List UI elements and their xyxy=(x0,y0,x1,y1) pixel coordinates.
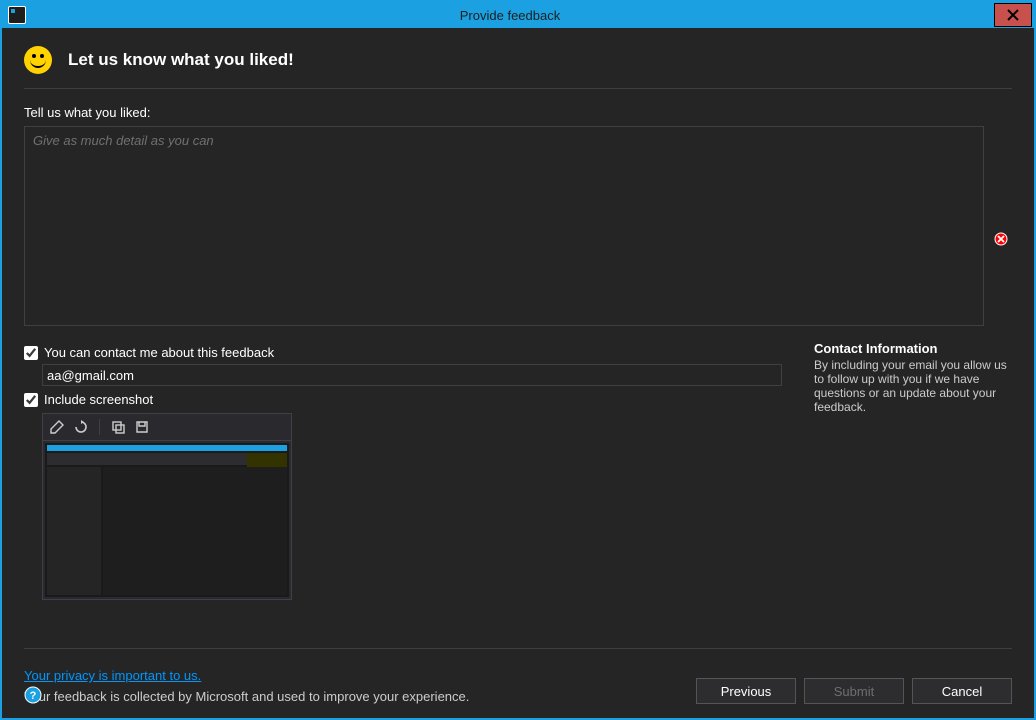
page-heading: Let us know what you liked! xyxy=(68,50,294,70)
footer-separator xyxy=(24,648,1012,649)
privacy-link[interactable]: Your privacy is important to us. xyxy=(24,668,201,683)
screenshot-checkbox[interactable] xyxy=(24,393,38,407)
cancel-button[interactable]: Cancel xyxy=(912,678,1012,704)
submit-button[interactable]: Submit xyxy=(804,678,904,704)
content-area: Let us know what you liked! Tell us what… xyxy=(2,30,1034,718)
button-row: Previous Submit Cancel xyxy=(696,678,1012,704)
screenshot-preview xyxy=(42,413,292,600)
email-field[interactable] xyxy=(42,364,782,386)
feedback-textarea[interactable] xyxy=(24,126,984,326)
screenshot-thumbnail[interactable] xyxy=(45,443,289,597)
annotate-icon[interactable] xyxy=(49,419,65,435)
previous-button[interactable]: Previous xyxy=(696,678,796,704)
error-icon xyxy=(994,232,1008,246)
screenshot-toolbar xyxy=(43,414,291,441)
feedback-section: Tell us what you liked: xyxy=(2,105,1034,331)
tell-us-label: Tell us what you liked: xyxy=(24,105,1012,120)
contact-checkbox-label: You can contact me about this feedback xyxy=(44,345,274,360)
close-icon xyxy=(1007,9,1019,21)
header: Let us know what you liked! xyxy=(2,30,1034,88)
copy-icon[interactable] xyxy=(110,419,126,435)
refresh-icon[interactable] xyxy=(73,419,89,435)
title-bar: Provide feedback xyxy=(2,2,1034,28)
footer: Your privacy is important to us. Your fe… xyxy=(2,648,1034,718)
options-row: You can contact me about this feedback I… xyxy=(2,339,1034,600)
contact-info-panel: Contact Information By including your em… xyxy=(814,339,1012,600)
smile-icon xyxy=(24,46,52,74)
contact-info-title: Contact Information xyxy=(814,341,1012,356)
contact-checkbox[interactable] xyxy=(24,346,38,360)
close-button[interactable] xyxy=(994,3,1032,27)
svg-text:?: ? xyxy=(30,690,37,702)
app-icon xyxy=(8,6,26,24)
toolbar-separator xyxy=(99,419,100,435)
help-icon[interactable]: ? xyxy=(24,686,42,704)
contact-info-text: By including your email you allow us to … xyxy=(814,358,1012,414)
separator xyxy=(24,88,1012,89)
left-column: You can contact me about this feedback I… xyxy=(24,339,784,600)
save-icon[interactable] xyxy=(134,419,150,435)
window-title: Provide feedback xyxy=(26,8,994,23)
feedback-window: Provide feedback Let us know what you li… xyxy=(0,0,1036,720)
screenshot-checkbox-row[interactable]: Include screenshot xyxy=(24,392,784,407)
screenshot-checkbox-label: Include screenshot xyxy=(44,392,153,407)
contact-checkbox-row[interactable]: You can contact me about this feedback xyxy=(24,345,784,360)
